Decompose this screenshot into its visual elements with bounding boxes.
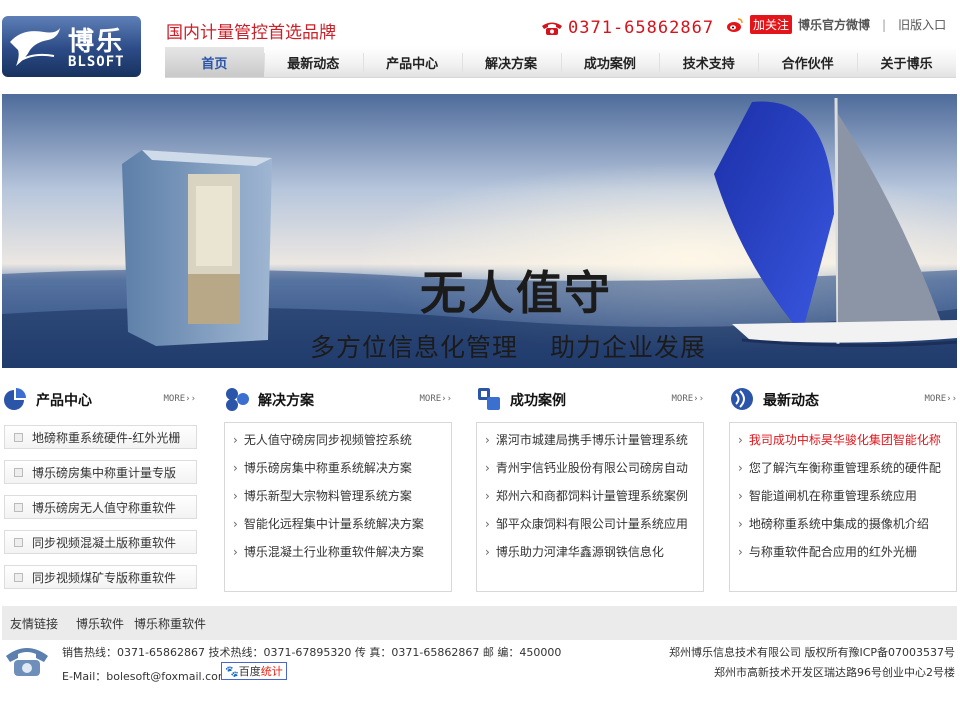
page: 博乐 BLSOFT 国内计量管控首选品牌 0371-65862867 加关注 博…: [0, 0, 960, 720]
list-item[interactable]: 博乐助力河津华鑫源钢铁信息化: [485, 545, 695, 573]
products-more-link[interactable]: MORE››: [163, 394, 196, 404]
nav-cases[interactable]: 成功案例: [560, 47, 660, 77]
list-item[interactable]: 博乐混凝土行业称重软件解决方案: [233, 545, 443, 573]
list-item[interactable]: 邹平众康饲料有限公司计量系统应用: [485, 517, 695, 545]
hero-banner[interactable]: 无人值守 多方位信息化管理 助力企业发展: [2, 94, 957, 368]
product-label: 同步视频混凝土版称重软件: [32, 535, 177, 550]
product-label: 地磅称重系统硬件-红外光栅: [32, 430, 181, 445]
product-item[interactable]: 同步视频混凝土版称重软件: [4, 530, 197, 554]
list-item-highlight[interactable]: 我司成功中标昊华骏化集团智能化称: [738, 433, 948, 461]
linked-squares-icon: [478, 388, 500, 410]
telephone-icon: [6, 648, 48, 676]
products-header: 产品中心 MORE››: [2, 382, 198, 416]
main-nav: 首页 最新动态 产品中心 解决方案 成功案例 技术支持 合作伙伴 关于博乐: [165, 47, 956, 78]
products-section: 产品中心 MORE›› 地磅称重系统硬件-红外光栅 博乐磅房集中称重计量专版 博…: [2, 382, 198, 589]
list-item[interactable]: 您了解汽车衡称重管理系统的硬件配: [738, 461, 948, 489]
list-item[interactable]: 智能道闸机在称重管理系统应用: [738, 489, 948, 517]
slogan: 国内计量管控首选品牌: [166, 23, 336, 43]
header: 博乐 BLSOFT 国内计量管控首选品牌 0371-65862867 加关注 博…: [0, 0, 960, 88]
stat-label: 统计: [260, 665, 283, 678]
telephone-icon: [542, 22, 562, 35]
news-title: 最新动态: [763, 393, 819, 409]
solutions-list: 无人值守磅房同步视频管控系统 博乐磅房集中称重系统解决方案 博乐新型大宗物料管理…: [224, 422, 452, 592]
banner-subtitle: 多方位信息化管理 助力企业发展: [310, 328, 706, 364]
list-item[interactable]: 郑州六和商都饲料计量管理系统案例: [485, 489, 695, 517]
logo-chinese-text: 博乐: [68, 27, 125, 57]
weibo-icon: [727, 17, 743, 32]
bullet-icon: [14, 432, 23, 442]
friend-link[interactable]: 博乐软件: [76, 615, 124, 632]
banner-subtitle-2: 助力企业发展: [550, 333, 707, 362]
follow-button[interactable]: 加关注: [750, 15, 793, 34]
news-list: 我司成功中标昊华骏化集团智能化称 您了解汽车衡称重管理系统的硬件配 智能道闸机在…: [729, 422, 957, 592]
friend-links: 友情链接 博乐软件 博乐称重软件: [2, 606, 957, 640]
list-item[interactable]: 博乐新型大宗物料管理系统方案: [233, 489, 443, 517]
nav-news[interactable]: 最新动态: [263, 47, 363, 77]
broadcast-icon: [731, 388, 753, 410]
list-item[interactable]: 与称重软件配合应用的红外光栅: [738, 545, 948, 573]
solutions-title: 解决方案: [258, 393, 314, 409]
dolphin-logo-icon: [10, 28, 60, 66]
address: 郑州市高新技术开发区瑞达路96号创业中心2号楼: [714, 666, 955, 679]
hotline: 0371-65862867: [540, 17, 714, 39]
product-item[interactable]: 博乐磅房集中称重计量专版: [4, 460, 197, 484]
product-item[interactable]: 博乐磅房无人值守称重软件: [4, 495, 197, 519]
pie-chart-icon: [4, 388, 26, 410]
news-section: 最新动态 MORE›› 我司成功中标昊华骏化集团智能化称 您了解汽车衡称重管理系…: [729, 382, 957, 592]
separator: |: [882, 17, 887, 32]
friend-links-label: 友情链接: [10, 616, 59, 631]
product-label: 博乐磅房无人值守称重软件: [32, 500, 177, 515]
nav-home[interactable]: 首页: [165, 47, 264, 77]
cases-section: 成功案例 MORE›› 漯河市城建局携手博乐计量管理系统 青州宇信钙业股份有限公…: [476, 382, 704, 592]
banner-subtitle-1: 多方位信息化管理: [310, 333, 519, 362]
old-version-link[interactable]: 旧版入口: [898, 16, 946, 33]
product-item[interactable]: 同步视频煤矿专版称重软件: [4, 565, 197, 589]
list-item[interactable]: 漯河市城建局携手博乐计量管理系统: [485, 433, 695, 461]
logo[interactable]: 博乐 BLSOFT: [2, 16, 141, 77]
baidu-stat-badge[interactable]: 🐾百度统计: [221, 662, 287, 680]
list-item[interactable]: 无人值守磅房同步视频管控系统: [233, 433, 443, 461]
solutions-section: 解决方案 MORE›› 无人值守磅房同步视频管控系统 博乐磅房集中称重系统解决方…: [224, 382, 452, 592]
weibo-area: 加关注 博乐官方微博 | 旧版入口: [726, 15, 946, 34]
products-title: 产品中心: [36, 393, 92, 409]
hexagon-cluster-icon: [226, 388, 249, 411]
baidu-label: 百度: [238, 665, 261, 678]
product-item[interactable]: 地磅称重系统硬件-红外光栅: [4, 425, 197, 449]
weibo-link[interactable]: 博乐官方微博: [798, 16, 870, 33]
news-header: 最新动态 MORE››: [729, 382, 957, 416]
bullet-icon: [14, 537, 23, 547]
paw-icon: 🐾: [225, 665, 239, 678]
nav-about[interactable]: 关于博乐: [857, 47, 956, 77]
product-label: 博乐磅房集中称重计量专版: [32, 465, 177, 480]
cases-header: 成功案例 MORE››: [476, 382, 704, 416]
friend-link[interactable]: 博乐称重软件: [134, 615, 206, 632]
news-more-link[interactable]: MORE››: [924, 394, 957, 404]
phone-number: 0371-65862867: [568, 18, 715, 38]
nav-support[interactable]: 技术支持: [659, 47, 758, 77]
list-item[interactable]: 智能化远程集中计量系统解决方案: [233, 517, 443, 545]
bullet-icon: [14, 502, 23, 512]
list-item[interactable]: 地磅称重系统中集成的摄像机介绍: [738, 517, 948, 545]
bullet-icon: [14, 467, 23, 477]
nav-solutions[interactable]: 解决方案: [461, 47, 561, 77]
solutions-more-link[interactable]: MORE››: [419, 394, 452, 404]
product-label: 同步视频煤矿专版称重软件: [32, 570, 177, 585]
bullet-icon: [14, 572, 23, 582]
banner-image: [2, 94, 957, 368]
contact-info: 销售热线：0371-65862867 技术热线：0371-67895320 传 …: [62, 646, 562, 659]
nav-partners[interactable]: 合作伙伴: [758, 47, 857, 77]
logo-english-text: BLSOFT: [68, 54, 125, 70]
copyright: 郑州博乐信息技术有限公司 版权所有豫ICP备07003537号: [668, 646, 955, 659]
cases-list: 漯河市城建局携手博乐计量管理系统 青州宇信钙业股份有限公司磅房自动 郑州六和商都…: [476, 422, 704, 592]
cases-title: 成功案例: [510, 393, 566, 409]
cases-more-link[interactable]: MORE››: [671, 394, 704, 404]
footer: 销售热线：0371-65862867 技术热线：0371-67895320 传 …: [2, 640, 957, 720]
banner-title: 无人值守: [420, 266, 612, 320]
list-item[interactable]: 青州宇信钙业股份有限公司磅房自动: [485, 461, 695, 489]
nav-products[interactable]: 产品中心: [362, 47, 462, 77]
list-item[interactable]: 博乐磅房集中称重系统解决方案: [233, 461, 443, 489]
solutions-header: 解决方案 MORE››: [224, 382, 452, 416]
email-info[interactable]: E-Mail：bolesoft@foxmail.com: [62, 668, 229, 684]
